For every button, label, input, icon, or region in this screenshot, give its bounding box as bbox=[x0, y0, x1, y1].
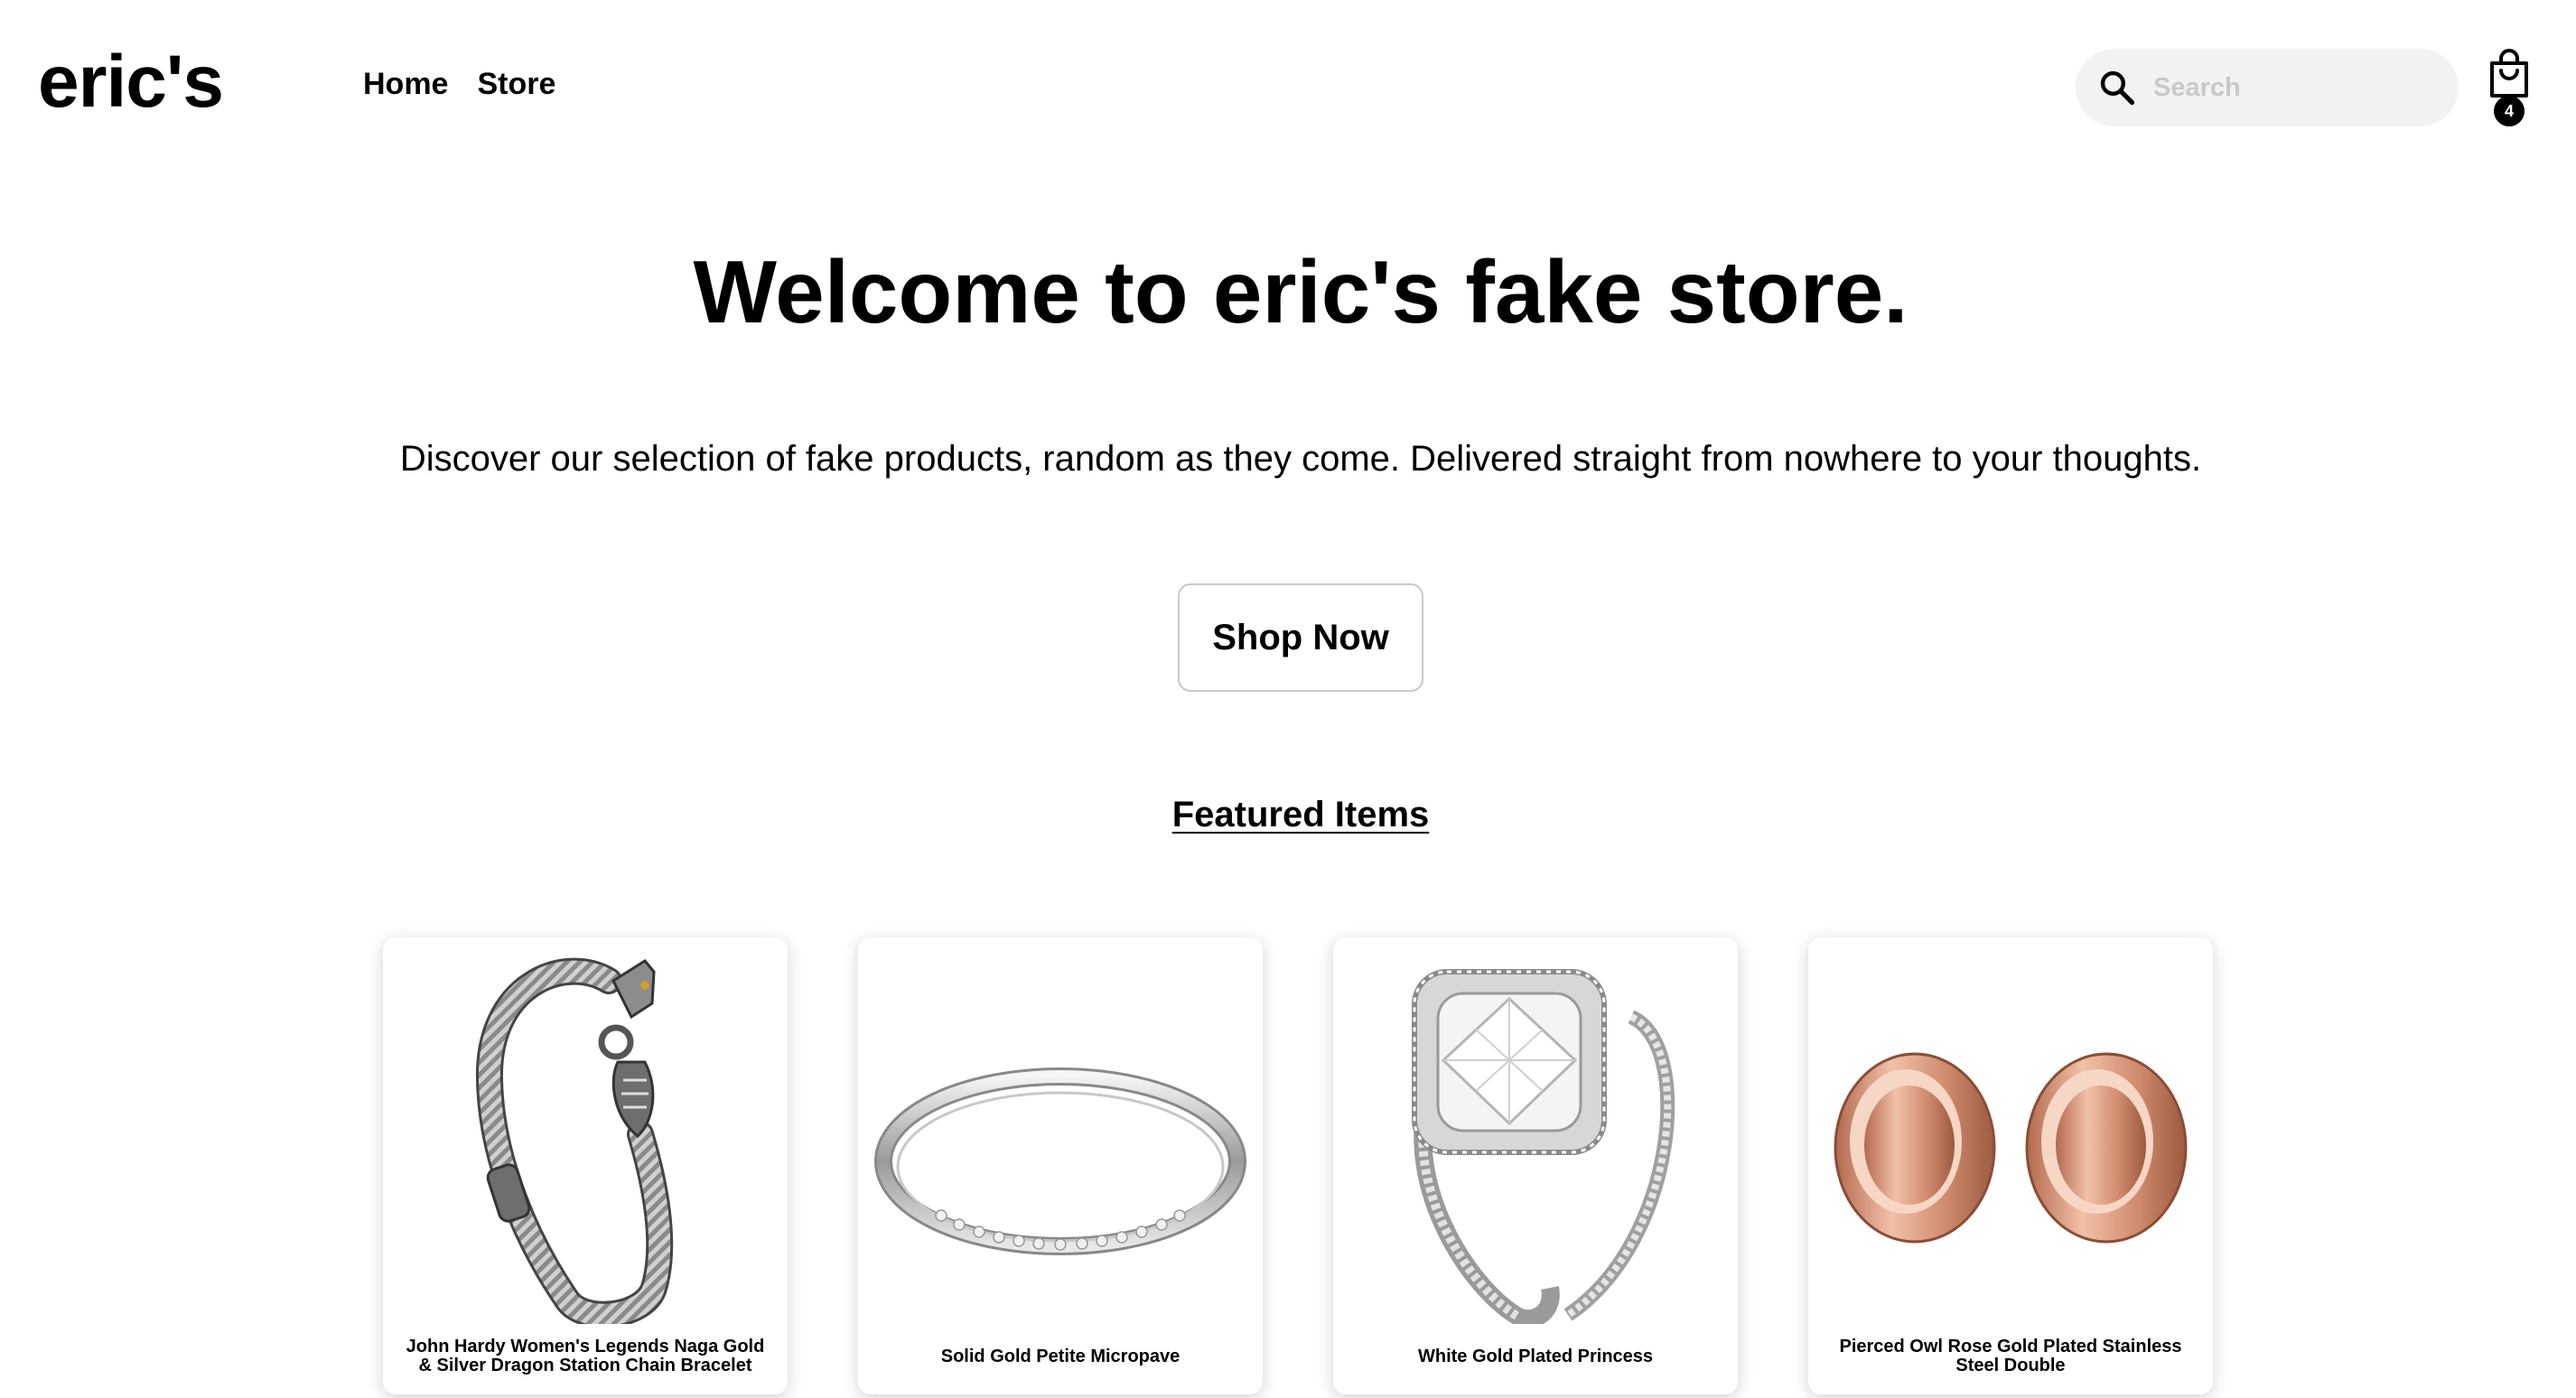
nav-home-link[interactable]: Home bbox=[363, 69, 448, 99]
search-icon[interactable] bbox=[2097, 68, 2137, 107]
product-card[interactable]: Solid Gold Petite Micropave bbox=[858, 937, 1263, 1394]
diamond-ring-set-image bbox=[1412, 969, 1675, 1324]
featured-items-grid: John Hardy Women's Legends Naga Gold & S… bbox=[383, 937, 2213, 1394]
product-card[interactable]: John Hardy Women's Legends Naga Gold & S… bbox=[383, 937, 788, 1394]
dragon-bracelet-image bbox=[475, 957, 674, 1324]
cart-count-badge: 4 bbox=[2494, 96, 2525, 126]
featured-items-heading: Featured Items bbox=[1171, 795, 1430, 834]
product-name: Solid Gold Petite Micropave bbox=[940, 1346, 1181, 1366]
main-nav: Home Store bbox=[363, 69, 555, 99]
page: eric's Home Store 4 Welcome to eric's fa… bbox=[0, 0, 2576, 1398]
rose-gold-plugs-image bbox=[1834, 1052, 2188, 1244]
silver-band-ring-image bbox=[874, 1067, 1246, 1255]
hero-title: Welcome to eric's fake store. bbox=[693, 242, 1909, 341]
product-card[interactable]: White Gold Plated Princess bbox=[1333, 937, 1738, 1394]
nav-store-link[interactable]: Store bbox=[477, 69, 555, 99]
shop-now-button[interactable]: Shop Now bbox=[1178, 583, 1423, 692]
product-card[interactable]: Pierced Owl Rose Gold Plated Stainless S… bbox=[1808, 937, 2213, 1394]
hero-subtitle: Discover our selection of fake products,… bbox=[399, 439, 2202, 479]
product-name: White Gold Plated Princess bbox=[1417, 1346, 1654, 1366]
product-name: John Hardy Women's Legends Naga Gold & S… bbox=[406, 1337, 765, 1375]
featured-heading-container: Featured Items bbox=[0, 795, 2576, 835]
product-name: Pierced Owl Rose Gold Plated Stainless S… bbox=[1839, 1337, 2182, 1375]
shopping-bag-icon[interactable] bbox=[2487, 49, 2531, 99]
search-bar[interactable] bbox=[2076, 49, 2459, 126]
site-logo[interactable]: eric's bbox=[38, 45, 224, 119]
search-input[interactable] bbox=[2153, 72, 2424, 103]
